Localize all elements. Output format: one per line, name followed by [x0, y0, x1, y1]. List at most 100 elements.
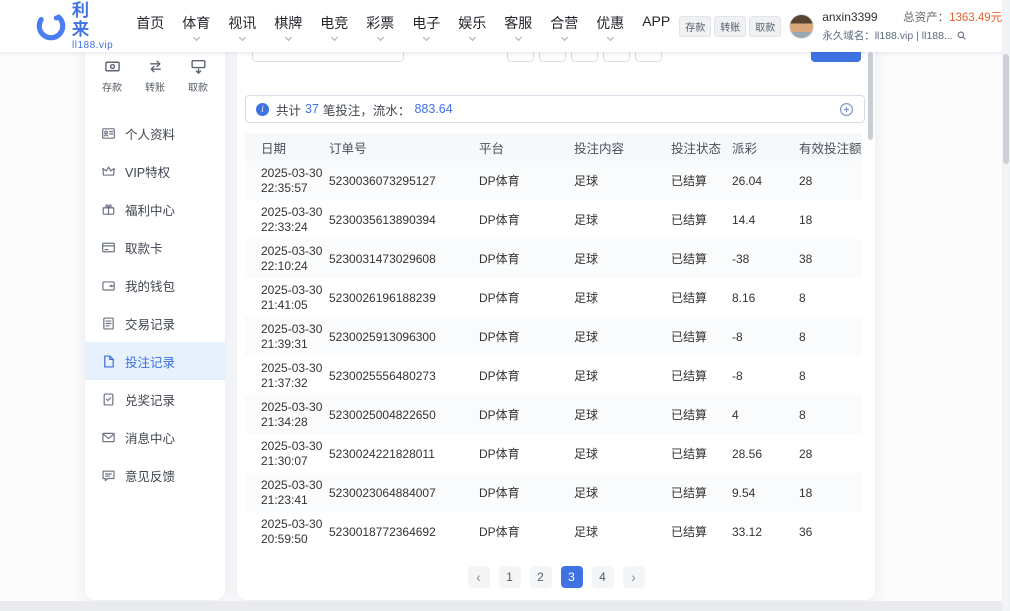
table-header-row: 日期订单号平台投注内容投注状态派彩有效投注额: [245, 133, 862, 161]
expand-icon[interactable]: [839, 102, 854, 117]
sidebar-quick-action[interactable]: 取款: [188, 58, 208, 94]
column-header: 日期: [245, 138, 329, 157]
chevron-down-icon: [331, 33, 338, 40]
table-row: 2025-03-3021:41:055230026196188239DP体育足球…: [245, 278, 862, 317]
payout-cell: 8.16: [732, 291, 799, 305]
bet-content-cell: 足球: [574, 172, 671, 189]
bet-time: 20:59:50: [261, 532, 329, 547]
search-icon[interactable]: [956, 30, 967, 41]
platform-cell: DP体育: [479, 523, 574, 540]
nav-item[interactable]: 电子: [403, 13, 449, 40]
sidebar-item[interactable]: 福利中心: [85, 190, 225, 228]
nav-item[interactable]: APP: [633, 13, 679, 40]
sidebar-quick-label: 取款: [188, 79, 208, 94]
column-header: 订单号: [329, 138, 479, 157]
nav-item-label: 彩票: [366, 13, 394, 33]
sidebar-item[interactable]: 消息中心: [85, 418, 225, 456]
payout-cell: -8: [732, 369, 799, 383]
sidebar-item[interactable]: VIP特权: [85, 152, 225, 190]
bet-content-cell: 足球: [574, 406, 671, 423]
page-scrollbar-thumb[interactable]: [1003, 54, 1009, 164]
platform-cell: DP体育: [479, 328, 574, 345]
chevron-down-icon: [469, 33, 476, 40]
nav-item[interactable]: 电竞: [311, 13, 357, 40]
avatar[interactable]: [789, 14, 814, 39]
user-info-block: anxin3399 总资产：1363.49元 永久域名：ll188.vip | …: [822, 9, 1002, 43]
permanent-domain-text: 永久域名：ll188.vip | ll188...: [822, 28, 953, 43]
quick-action-button[interactable]: 取款: [749, 16, 781, 37]
chevron-down-icon: [377, 33, 384, 40]
nav-item[interactable]: 视讯: [219, 13, 265, 40]
sidebar-quick-action[interactable]: 存款: [102, 58, 122, 94]
order-number-cell: 5230035613890394: [329, 213, 479, 227]
nav-item-label: APP: [642, 13, 670, 29]
bet-time: 21:30:07: [261, 454, 329, 469]
order-number-cell: 5230024221828011: [329, 447, 479, 461]
pagination-next[interactable]: ›: [623, 566, 645, 588]
sidebar-item[interactable]: 兑奖记录: [85, 380, 225, 418]
platform-cell: DP体育: [479, 172, 574, 189]
bet-time: 21:41:05: [261, 298, 329, 313]
order-number-cell: 5230036073295127: [329, 174, 479, 188]
bet-status-cell: 已结算: [671, 367, 732, 384]
date-cell: 2025-03-3022:10:24: [245, 244, 329, 274]
vip-icon: [101, 164, 116, 179]
nav-item[interactable]: 彩票: [357, 13, 403, 40]
page-scrollbar[interactable]: [1002, 0, 1010, 611]
nav-item[interactable]: 体育: [173, 13, 219, 40]
nav-item[interactable]: 客服: [495, 13, 541, 40]
nav-item[interactable]: 首页: [127, 13, 173, 40]
sidebar-item[interactable]: 交易记录: [85, 304, 225, 342]
chevron-down-icon: [423, 33, 430, 40]
pagination-prev[interactable]: ‹: [468, 566, 490, 588]
table-row: 2025-03-3020:59:505230018772364692DP体育足球…: [245, 512, 862, 551]
quick-action-button[interactable]: 存款: [679, 16, 711, 37]
pagination-page[interactable]: 4: [592, 566, 614, 588]
transactions-icon: [101, 316, 116, 331]
nav-item[interactable]: 合营: [541, 13, 587, 40]
platform-cell: DP体育: [479, 445, 574, 462]
bet-time: 21:34:28: [261, 415, 329, 430]
order-number-cell: 5230025556480273: [329, 369, 479, 383]
sidebar-item-label: 投注记录: [125, 352, 175, 371]
withdraw-icon: [190, 58, 207, 75]
bet-time: 21:39:31: [261, 337, 329, 352]
bet-records-table: 日期订单号平台投注内容投注状态派彩有效投注额 2025-03-3022:35:5…: [245, 133, 862, 551]
sidebar-item-label: 我的钱包: [125, 276, 175, 295]
quick-action-button[interactable]: 转账: [714, 16, 746, 37]
platform-cell: DP体育: [479, 367, 574, 384]
summary-turnover: 883.64: [414, 102, 452, 116]
payout-cell: 14.4: [732, 213, 799, 227]
brand-logo[interactable]: 利来 ll188.vip: [36, 1, 113, 52]
nav-item-label: 首页: [136, 13, 164, 33]
table-row: 2025-03-3021:37:325230025556480273DP体育足球…: [245, 356, 862, 395]
date-cell: 2025-03-3021:30:07: [245, 439, 329, 469]
pagination-page[interactable]: 3: [561, 566, 583, 588]
sidebar-item[interactable]: 取款卡: [85, 228, 225, 266]
account-area: 存款转账取款 anxin3399 总资产：1363.49元 永久域名：ll188…: [679, 9, 1002, 43]
sidebar-quick-action[interactable]: 转账: [145, 58, 165, 94]
pagination: ‹ 1234 ›: [237, 566, 875, 588]
chevron-down-icon: [193, 33, 200, 40]
brand-name: 利来: [72, 1, 113, 40]
sidebar-item[interactable]: 我的钱包: [85, 266, 225, 304]
sidebar-quick-label: 转账: [145, 79, 165, 94]
nav-item[interactable]: 棋牌: [265, 13, 311, 40]
top-navbar: 利来 ll188.vip 首页体育视讯棋牌电竞彩票电子娱乐客服合营优惠 APP 存…: [0, 0, 1010, 52]
pagination-page[interactable]: 2: [530, 566, 552, 588]
sidebar-item[interactable]: 投注记录: [85, 342, 225, 380]
valid-amount-cell: 18: [799, 486, 862, 500]
nav-item[interactable]: 娱乐: [449, 13, 495, 40]
date-cell: 2025-03-3022:33:24: [245, 205, 329, 235]
sidebar-item[interactable]: 意见反馈: [85, 456, 225, 494]
pagination-page[interactable]: 1: [499, 566, 521, 588]
sidebar-item[interactable]: 个人资料: [85, 114, 225, 152]
summary-prefix: 共计: [276, 100, 301, 119]
nav-item[interactable]: 优惠: [587, 13, 633, 40]
order-number-cell: 5230025004822650: [329, 408, 479, 422]
welfare-icon: [101, 202, 116, 217]
content-scrollbar[interactable]: [868, 52, 873, 140]
bet-date: 2025-03-30: [261, 322, 329, 337]
bottom-strip: [0, 601, 1010, 611]
order-number-cell: 5230031473029608: [329, 252, 479, 266]
